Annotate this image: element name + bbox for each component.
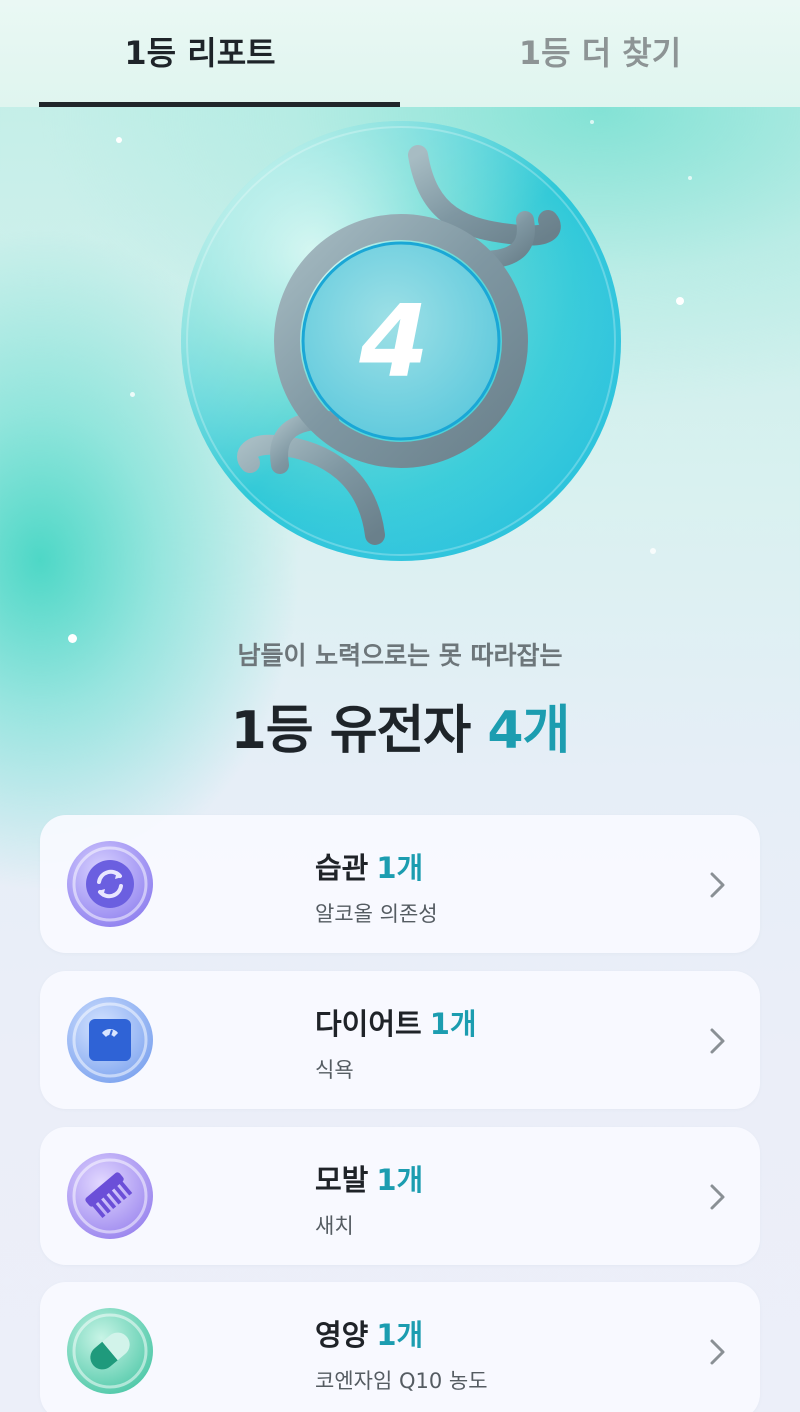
sparkle-decoration bbox=[130, 392, 135, 397]
gene-badge-coin: 4 bbox=[181, 121, 621, 561]
category-card-diet[interactable]: 다이어트 1개 식욕 bbox=[40, 971, 760, 1109]
card-title: 영양 1개 bbox=[315, 1312, 423, 1354]
category-card-habit[interactable]: 습관 1개 알코올 의존성 bbox=[40, 815, 760, 953]
card-detail: 알코올 의존성 bbox=[315, 902, 438, 926]
card-detail: 식욕 bbox=[315, 1058, 354, 1082]
card-title-label: 다이어트 bbox=[315, 1007, 422, 1041]
card-title-label: 습관 bbox=[315, 851, 369, 885]
sparkle-decoration bbox=[116, 137, 122, 143]
comb-icon bbox=[67, 1153, 153, 1239]
tab-bar: 1등 리포트 1등 더 찾기 bbox=[0, 0, 800, 107]
hero-headline: 1등 유전자 4개 bbox=[0, 688, 800, 763]
sparkle-decoration bbox=[688, 176, 692, 180]
scale-icon bbox=[67, 997, 153, 1083]
chevron-right-icon bbox=[710, 872, 725, 898]
card-count: 1개 bbox=[376, 1163, 424, 1197]
card-detail: 새치 bbox=[315, 1214, 354, 1238]
badge-number: 4 bbox=[358, 283, 429, 400]
card-count: 1개 bbox=[376, 1318, 424, 1352]
chevron-right-icon bbox=[710, 1339, 725, 1365]
card-title-label: 영양 bbox=[315, 1318, 369, 1352]
card-title: 습관 1개 bbox=[315, 845, 423, 887]
active-tab-indicator bbox=[39, 102, 400, 107]
hero-subtitle: 남들이 노력으로는 못 따라잡는 bbox=[237, 641, 563, 670]
tab-find-more[interactable]: 1등 더 찾기 bbox=[400, 0, 800, 107]
headline-count: 4개 bbox=[487, 701, 570, 761]
card-title: 모발 1개 bbox=[315, 1157, 423, 1199]
card-title-label: 모발 bbox=[315, 1163, 369, 1197]
card-count: 1개 bbox=[429, 1007, 477, 1041]
card-title: 다이어트 1개 bbox=[315, 1001, 477, 1043]
category-card-hair[interactable]: 모발 1개 새치 bbox=[40, 1127, 760, 1265]
chevron-right-icon bbox=[710, 1028, 725, 1054]
sparkle-decoration bbox=[676, 297, 684, 305]
pill-icon bbox=[67, 1308, 153, 1394]
cycle-icon bbox=[67, 841, 153, 927]
card-detail: 코엔자임 Q10 농도 bbox=[315, 1369, 488, 1393]
tab-first-report[interactable]: 1등 리포트 bbox=[0, 0, 400, 107]
sparkle-decoration bbox=[650, 548, 656, 554]
chevron-right-icon bbox=[710, 1184, 725, 1210]
category-card-nutrition[interactable]: 영양 1개 코엔자임 Q10 농도 bbox=[40, 1282, 760, 1412]
card-count: 1개 bbox=[376, 851, 424, 885]
headline-main: 1등 유전자 bbox=[230, 701, 472, 761]
